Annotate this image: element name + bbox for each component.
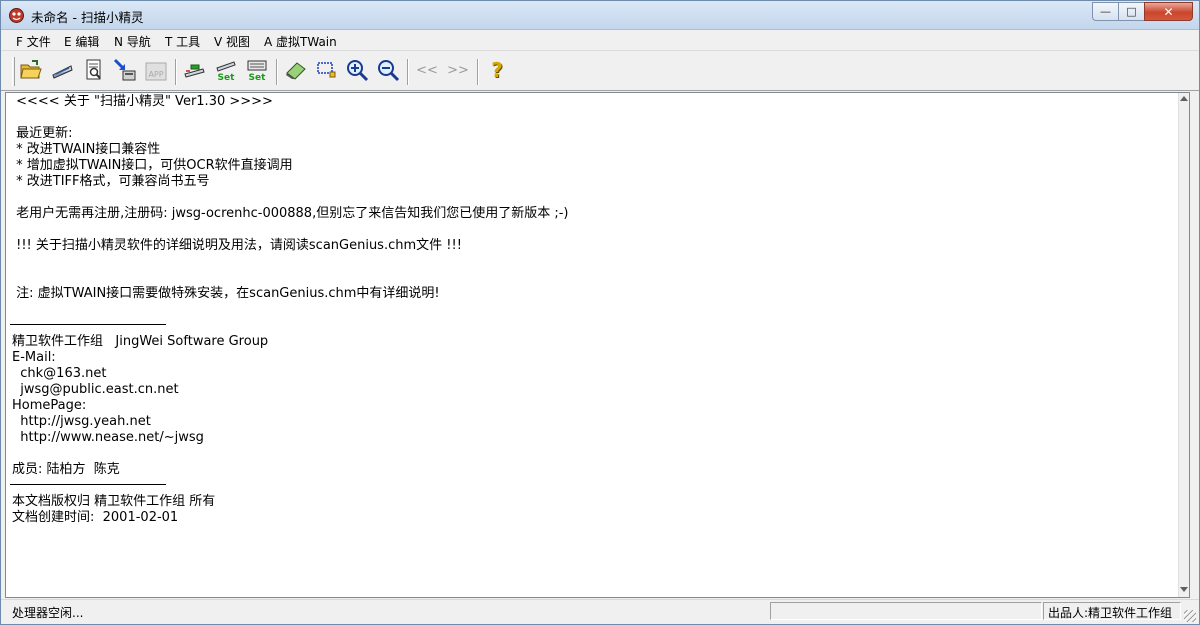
status-middle [770, 602, 1042, 620]
divider-line [10, 324, 166, 325]
batch-scan-button[interactable] [183, 58, 207, 82]
eraser-button[interactable] [284, 58, 308, 82]
app-icon: APP [145, 62, 167, 81]
toolbar-separator [276, 59, 278, 85]
doc-line: !!! 关于扫描小精灵软件的详细说明及用法，请阅读scanGenius.chm文… [12, 238, 462, 253]
doc-line: http://jwsg.yeah.net [12, 414, 151, 429]
window-title: 未命名 - 扫描小精灵 [31, 10, 144, 25]
zoom-out-button[interactable] [376, 58, 400, 82]
doc-line: 精卫软件工作组 JingWei Software Group [12, 334, 269, 349]
scanner-set-button[interactable]: Set [214, 58, 238, 82]
select-rect-button[interactable] [314, 58, 338, 82]
double-left-icon: << [416, 62, 438, 78]
document-view[interactable]: <<<< 关于 "扫描小精灵" Ver1.30 >>>> 最近更新: * 改进T… [5, 92, 1190, 598]
app-logo-icon [9, 8, 24, 23]
toolbar-separator [175, 59, 177, 85]
batch-scan-icon [184, 64, 205, 78]
app-window: 未命名 - 扫描小精灵 — □ ✕ F 文件 E 编辑 N 导航 T 工具 V … [0, 0, 1200, 625]
status-bar: 处理器空闲... 出品人:精卫软件工作组 [1, 599, 1199, 624]
status-left: 处理器空闲... [12, 606, 84, 620]
maximize-button[interactable]: □ [1118, 2, 1145, 21]
doc-line: 成员: 陆柏方 陈克 [12, 462, 120, 477]
scan-to-app-button[interactable] [113, 58, 137, 82]
doc-line: * 改进TIFF格式，可兼容尚书五号 [12, 174, 210, 189]
doc-line: E-Mail: [12, 350, 56, 365]
doc-line: 老用户无需再注册,注册码: jwsg-ocrenhc-000888,但别忘了来信… [12, 206, 569, 221]
doc-line: * 增加虚拟TWAIN接口，可供OCR软件直接调用 [12, 158, 293, 173]
scroll-down-icon[interactable] [1180, 587, 1188, 592]
folder-open-icon [20, 60, 42, 79]
eraser-icon [286, 62, 306, 80]
app-disabled-button[interactable]: APP [144, 58, 168, 82]
keyboard-settings-icon: Set [247, 60, 267, 82]
scanner-set-label: Set [218, 73, 236, 82]
vertical-scrollbar[interactable] [1178, 93, 1189, 597]
prev-page-button[interactable]: << [415, 58, 439, 82]
menu-tools[interactable]: T 工具 [165, 33, 200, 50]
menu-virtual-twain[interactable]: A 虚拟TWain [264, 33, 337, 50]
doc-line: chk@163.net [12, 366, 107, 381]
doc-line: jwsg@public.east.cn.net [12, 382, 179, 397]
menu-bar: F 文件 E 编辑 N 导航 T 工具 V 视图 A 虚拟TWain [1, 30, 1199, 51]
doc-line: <<<< 关于 "扫描小精灵" Ver1.30 >>>> [12, 94, 273, 109]
doc-line: 最近更新: [12, 126, 73, 141]
doc-line: 本文档版权归 精卫软件工作组 所有 [12, 494, 216, 509]
keyboard-set-button[interactable]: Set [245, 58, 269, 82]
menu-navigate[interactable]: N 导航 [114, 33, 151, 50]
status-right: 出品人:精卫软件工作组 [1043, 602, 1181, 620]
minimize-button[interactable]: — [1092, 2, 1119, 21]
document-preview-icon [86, 59, 101, 80]
title-bar[interactable]: 未命名 - 扫描小精灵 — □ ✕ [1, 1, 1199, 30]
divider-line [10, 484, 166, 485]
scanner-settings-icon: Set [216, 61, 236, 82]
doc-line: 文档创建时间: 2001-02-01 [12, 510, 179, 525]
double-right-icon: >> [447, 62, 469, 78]
close-button[interactable]: ✕ [1144, 2, 1193, 21]
next-page-button[interactable]: >> [446, 58, 470, 82]
zoom-out-icon [378, 60, 400, 82]
doc-line: * 改进TWAIN接口兼容性 [12, 142, 161, 157]
select-rectangle-icon [317, 62, 336, 78]
open-button[interactable] [19, 58, 43, 82]
menu-edit[interactable]: E 编辑 [64, 33, 99, 50]
scanner-icon [52, 65, 73, 79]
help-button[interactable]: ? [485, 58, 509, 82]
keyboard-set-label: Set [249, 73, 267, 82]
app-icon-label: APP [148, 70, 163, 79]
scroll-up-icon[interactable] [1180, 96, 1188, 101]
menu-view[interactable]: V 视图 [214, 33, 250, 50]
toolbar-separator [477, 59, 479, 85]
question-icon: ? [491, 58, 503, 82]
doc-line: http://www.nease.net/~jwsg [12, 430, 204, 445]
toolbar: APP Set Set << >> ? [1, 51, 1199, 91]
menu-file[interactable]: F 文件 [16, 33, 51, 50]
doc-line: 注: 虚拟TWAIN接口需要做特殊安装，在scanGenius.chm中有详细说… [12, 286, 440, 301]
doc-line: HomePage: [12, 398, 87, 413]
zoom-in-icon [347, 60, 369, 82]
page-preview-button[interactable] [82, 58, 106, 82]
scan-button[interactable] [50, 58, 74, 82]
zoom-in-button[interactable] [345, 58, 369, 82]
toolbar-grip[interactable] [12, 57, 15, 86]
resize-grip-icon[interactable] [1184, 610, 1196, 622]
import-arrow-icon [113, 58, 136, 81]
toolbar-separator [407, 59, 409, 85]
